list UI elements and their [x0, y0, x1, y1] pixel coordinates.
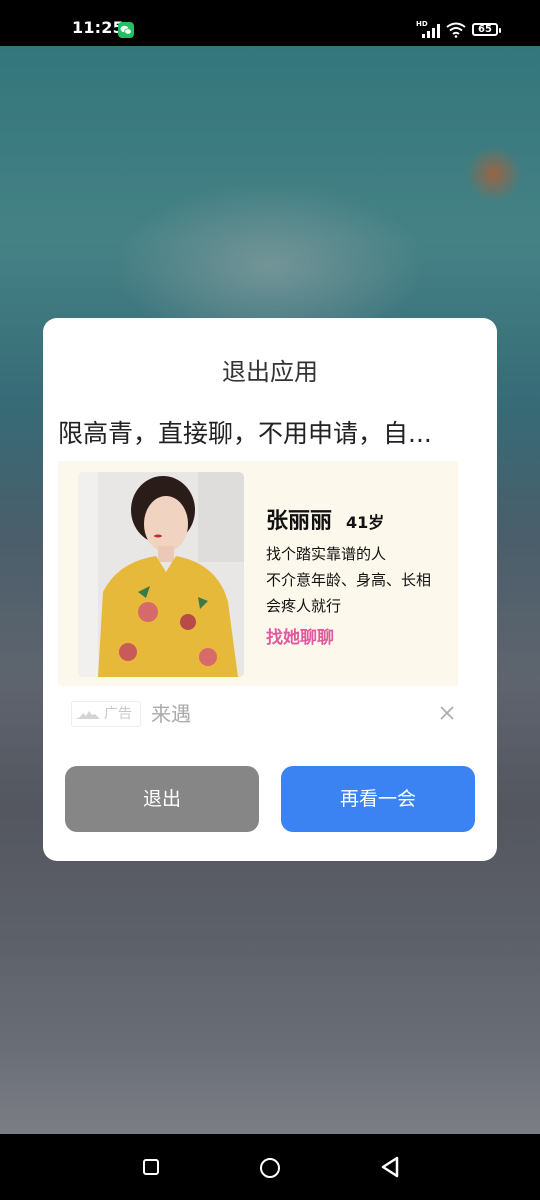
status-bar: 11:25 HD 65	[0, 0, 540, 46]
navigation-bar	[0, 1134, 540, 1200]
back-icon[interactable]	[380, 1156, 400, 1178]
ad-footer: 广告 来遇	[71, 701, 471, 731]
exit-button[interactable]: 退出	[65, 766, 259, 832]
chat-with-her-link[interactable]: 找她聊聊	[266, 623, 334, 648]
ad-waveform-icon	[76, 711, 100, 719]
ad-badge-label: 广告	[104, 706, 132, 722]
profile-name: 张丽丽	[266, 509, 333, 534]
recent-apps-icon[interactable]	[143, 1159, 159, 1175]
battery-level: 65	[478, 24, 492, 35]
stay-button[interactable]: 再看一会	[281, 766, 475, 832]
profile-desc-line: 会疼人就行	[266, 597, 342, 615]
profile-photo[interactable]	[78, 472, 244, 677]
home-icon[interactable]	[260, 1158, 280, 1178]
wifi-icon	[446, 22, 466, 38]
signal-icon	[422, 24, 440, 38]
ad-badge: 广告	[71, 701, 141, 727]
wechat-icon	[118, 22, 134, 38]
ad-card[interactable]: 张丽丽 41岁 找个踏实靠谱的人 不介意年龄、身高、长相 会疼人就行 找她聊聊	[58, 461, 458, 686]
battery-icon: 65	[472, 23, 501, 36]
profile-desc-line: 找个踏实靠谱的人	[266, 545, 387, 563]
profile-age: 41岁	[346, 513, 385, 532]
close-ad-icon[interactable]	[439, 705, 455, 721]
ad-headline[interactable]: 限高青，直接聊，不用申请，自...	[58, 414, 478, 450]
exit-dialog: 退出应用 限高青，直接聊，不用申请，自... 张丽丽 41岁 找个踏实靠谱的人 …	[43, 318, 497, 861]
ad-source: 来遇	[151, 702, 191, 726]
dialog-title: 退出应用	[222, 358, 318, 386]
profile-desc-line: 不介意年龄、身高、长相	[266, 571, 432, 589]
status-time: 11:25	[72, 18, 124, 37]
